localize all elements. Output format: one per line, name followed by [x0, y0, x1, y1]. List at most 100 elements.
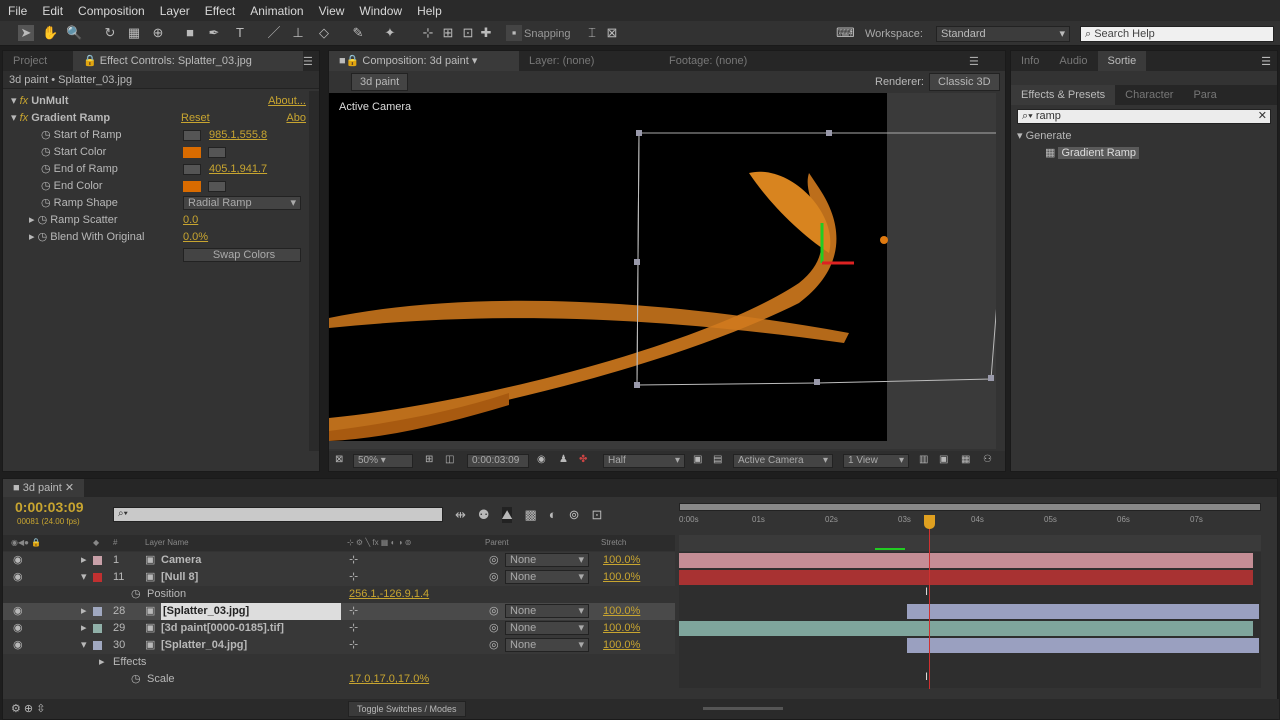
about-link[interactable]: About...	[268, 93, 306, 110]
menu-composition[interactable]: Composition	[78, 4, 145, 18]
region-icon[interactable]: ▣	[693, 454, 702, 465]
eye-icon[interactable]: ◉	[13, 569, 23, 586]
prop-value[interactable]: 0.0	[183, 212, 198, 229]
stretch-value[interactable]: 100.0%	[603, 552, 640, 569]
axis-local-icon[interactable]: ⊹	[420, 25, 436, 41]
menu-edit[interactable]: Edit	[42, 4, 63, 18]
about-link[interactable]: Abo	[286, 110, 306, 127]
camera-tool-icon[interactable]: ▦	[126, 25, 142, 41]
property-group-row[interactable]: ▸ Effects	[3, 654, 675, 671]
clear-icon[interactable]: ✕	[1258, 110, 1267, 123]
property-value[interactable]: 256.1,-126.9,1.4	[349, 586, 429, 603]
type-tool-icon[interactable]: T	[232, 25, 248, 41]
selection-tool-icon[interactable]: ➤	[18, 25, 34, 41]
parent-dropdown[interactable]: None ▾	[505, 604, 589, 618]
stretch-value[interactable]: 100.0%	[603, 603, 640, 620]
layer-name[interactable]: [Splatter_04.jpg]	[161, 637, 247, 654]
motion-blur-icon[interactable]: ◐	[549, 507, 557, 523]
layer-duration-bar[interactable]	[679, 553, 1253, 568]
expand-triangle-icon[interactable]: ▸	[81, 552, 87, 569]
keyframe-icon[interactable]: I	[925, 671, 928, 683]
renderer-button[interactable]: Classic 3D	[929, 73, 1000, 91]
eye-icon[interactable]: ◉	[13, 603, 23, 620]
menu-view[interactable]: View	[319, 4, 345, 18]
layer-name[interactable]: [Splatter_03.jpg]	[161, 603, 341, 620]
prop-value[interactable]: 405.1,941.7	[209, 161, 267, 178]
pickwhip-icon[interactable]: ◎	[489, 552, 499, 569]
panel-menu-icon[interactable]: ☰	[1261, 55, 1271, 68]
mask-icon[interactable]: ◫	[445, 454, 454, 465]
tab-audio[interactable]: Audio	[1049, 51, 1097, 71]
panel-menu-icon[interactable]: ☰	[303, 55, 313, 68]
pickwhip-icon[interactable]: ◎	[489, 620, 499, 637]
stretch-value[interactable]: 100.0%	[603, 620, 640, 637]
clone-tool-icon[interactable]: ⊥	[290, 25, 306, 41]
rotate-tool-icon[interactable]: ↻	[102, 25, 118, 41]
workspace-icon[interactable]: ⌨	[836, 25, 855, 41]
tab-character[interactable]: Character	[1115, 85, 1183, 105]
menu-window[interactable]: Window	[359, 4, 402, 18]
time-ruler[interactable]: 0:00s 01s 02s 03s 04s 05s 06s 07s	[679, 513, 1261, 533]
pan-behind-tool-icon[interactable]: ⊕	[150, 25, 166, 41]
expand-triangle-icon[interactable]: ▾	[11, 112, 17, 124]
hand-tool-icon[interactable]: ✋	[42, 25, 58, 41]
effects-search-input[interactable]: ⌕▾ ramp ✕	[1017, 109, 1271, 124]
toggle-pixel-icon[interactable]: ▥	[919, 454, 928, 465]
eye-icon[interactable]: ◉	[13, 552, 23, 569]
work-area-bar[interactable]	[679, 503, 1261, 511]
camera-snapshot-icon[interactable]: ◉	[537, 454, 546, 465]
shy-switch-icon[interactable]: ⊹	[349, 569, 358, 586]
menu-layer[interactable]: Layer	[160, 4, 190, 18]
view-layout-dropdown[interactable]: 1 View ▾	[843, 454, 909, 468]
toggle-switches-modes-button[interactable]: Toggle Switches / Modes	[348, 701, 466, 717]
expand-triangle-icon[interactable]: ▸	[29, 214, 38, 226]
effect-gradient-ramp[interactable]: ▾ fx Gradient Ramp Reset Abo	[3, 110, 308, 127]
shy-switch-icon[interactable]: ⊹	[349, 620, 358, 637]
rectangle-tool-icon[interactable]: ■	[182, 25, 198, 41]
swap-colors-button[interactable]: Swap Colors	[183, 248, 301, 262]
expand-triangle-icon[interactable]: ▾	[81, 569, 87, 586]
pickwhip-icon[interactable]: ◎	[489, 637, 499, 654]
label-color[interactable]	[93, 556, 102, 565]
label-color[interactable]	[93, 624, 102, 633]
grid-icon[interactable]: ⊞	[425, 454, 433, 465]
footer-toggle-icons[interactable]: ⚙ ⊕ ⇳	[11, 702, 45, 715]
eye-icon[interactable]: ◉	[13, 620, 23, 637]
label-color[interactable]	[93, 607, 102, 616]
color-swatch[interactable]	[183, 181, 201, 192]
label-color[interactable]	[93, 641, 102, 650]
axis-view-icon[interactable]: ⊡	[460, 25, 476, 41]
tab-project[interactable]: Project	[3, 51, 73, 71]
brush-tool-icon[interactable]: ／	[266, 25, 282, 41]
axis-world-icon[interactable]: ⊞	[440, 25, 456, 41]
property-row[interactable]: ◷ Scale 17.0,17.0,17.0%	[3, 671, 675, 688]
keyframe-icon[interactable]: I	[925, 586, 928, 598]
layer-name[interactable]: Camera	[161, 552, 201, 569]
eyedropper-icon[interactable]	[208, 181, 226, 192]
property-row[interactable]: ◷ Position 256.1,-126.9,1.4	[3, 586, 675, 603]
tab-composition[interactable]: ■🔒 Composition: 3d paint ▾	[329, 51, 519, 71]
stopwatch-icon[interactable]: ◷	[41, 146, 54, 158]
menu-file[interactable]: File	[8, 4, 27, 18]
layer-name[interactable]: [3d paint[0000-0185].tif]	[161, 620, 284, 637]
layer-duration-bar[interactable]	[907, 638, 1259, 653]
parent-dropdown[interactable]: None ▾	[505, 621, 589, 635]
eraser-tool-icon[interactable]: ◇	[316, 25, 332, 41]
stopwatch-icon[interactable]: ◷	[41, 163, 54, 175]
menu-help[interactable]: Help	[417, 4, 442, 18]
menu-effect[interactable]: Effect	[205, 4, 235, 18]
effect-unmult[interactable]: ▾ fx UnMult About...	[3, 93, 308, 110]
resolution-dropdown[interactable]: Half ▾	[603, 454, 685, 468]
axis-view-icon[interactable]: ✚	[478, 25, 494, 41]
property-value[interactable]: 17.0,17.0,17.0%	[349, 671, 429, 688]
layer-name[interactable]: [Null 8]	[161, 569, 198, 586]
shy-switch-icon[interactable]: ⊹	[349, 552, 358, 569]
layer-row[interactable]: ◉ ▸ 29 ▣ [3d paint[0000-0185].tif] ⊹ ◎ N…	[3, 620, 675, 637]
scrollbar[interactable]	[309, 91, 319, 451]
stopwatch-icon[interactable]: ◷	[41, 129, 54, 141]
stretch-value[interactable]: 100.0%	[603, 637, 640, 654]
tab-effects-presets[interactable]: Effects & Presets	[1011, 85, 1116, 105]
stopwatch-icon[interactable]: ◷	[131, 671, 141, 688]
layer-row[interactable]: ◉ ▸ 1 ▣ Camera ⊹ ◎ None ▾ 100.0%	[3, 552, 675, 569]
workspace-dropdown[interactable]: Standard ▾	[936, 26, 1070, 42]
